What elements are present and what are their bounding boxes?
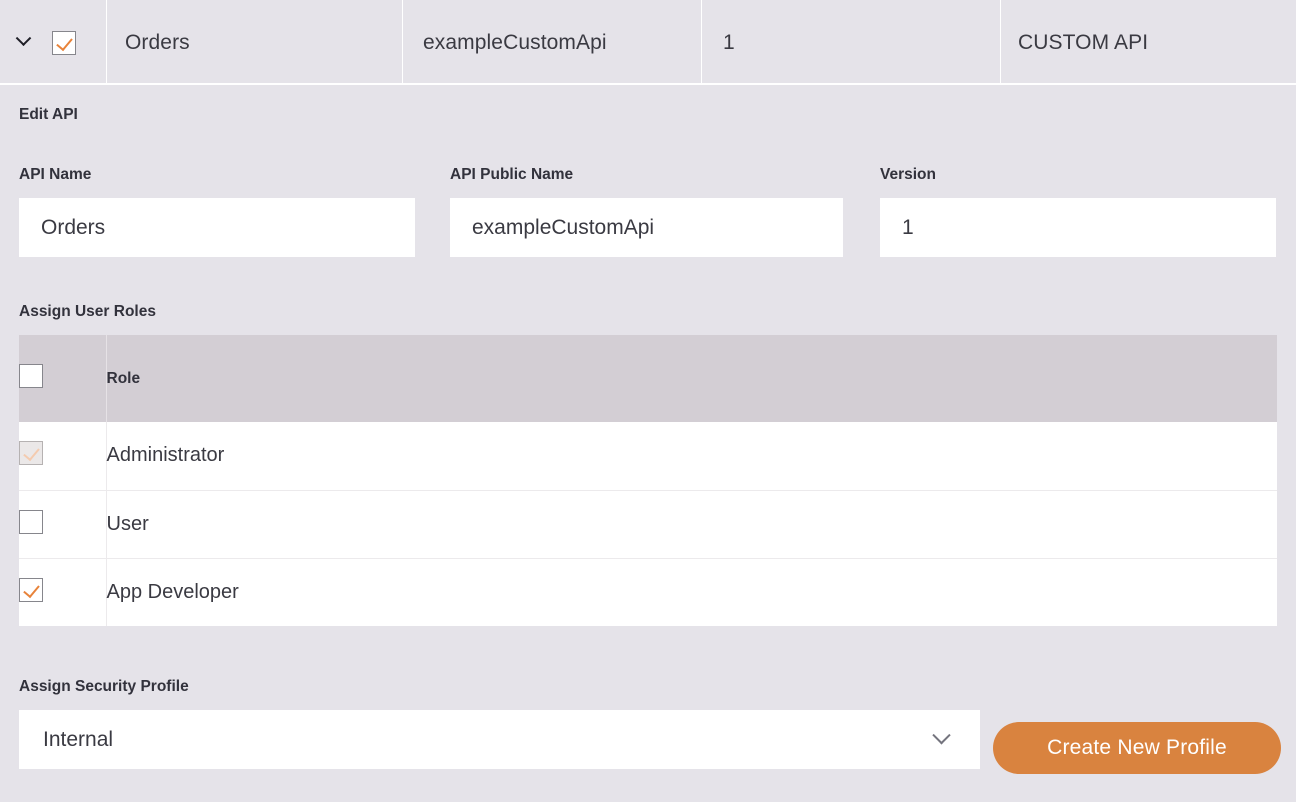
chevron-down-icon <box>932 726 950 744</box>
api-summary-row[interactable]: Orders exampleCustomApi 1 CUSTOM API <box>0 0 1296 85</box>
role-checkbox[interactable] <box>19 578 43 602</box>
summary-version-cell: 1 <box>701 0 1000 85</box>
row-select-checkbox[interactable] <box>52 31 76 55</box>
roles-table-head: Role <box>19 335 1277 422</box>
summary-type-cell: CUSTOM API <box>1000 0 1296 85</box>
chevron-down-icon <box>15 30 31 46</box>
security-profile-select[interactable]: Internal <box>19 710 980 769</box>
roles-header-row: Role <box>19 335 1277 422</box>
create-new-profile-button[interactable]: Create New Profile <box>993 722 1281 774</box>
roles-table-body: AdministratorUserApp Developer <box>19 422 1277 626</box>
table-row: User <box>19 490 1277 558</box>
version-label: Version <box>880 166 936 184</box>
api-name-input[interactable] <box>19 198 415 257</box>
user-roles-table: Role AdministratorUserApp Developer <box>19 335 1277 626</box>
summary-public-name: exampleCustomApi <box>423 31 607 55</box>
summary-api-type: CUSTOM API <box>1018 31 1148 55</box>
summary-public-name-cell: exampleCustomApi <box>402 0 701 85</box>
summary-name-cell: Orders <box>106 0 402 85</box>
security-profile-value: Internal <box>19 728 935 752</box>
expand-collapse-button[interactable] <box>8 28 38 58</box>
role-checkbox-cell <box>19 422 106 490</box>
select-all-header-cell <box>19 335 106 422</box>
summary-version: 1 <box>723 31 735 55</box>
api-public-name-input[interactable] <box>450 198 843 257</box>
edit-api-heading: Edit API <box>19 106 78 124</box>
version-input[interactable] <box>880 198 1276 257</box>
role-label: Administrator <box>106 422 1277 490</box>
role-column-header: Role <box>106 335 1277 422</box>
assign-user-roles-heading: Assign User Roles <box>19 303 156 321</box>
select-all-checkbox[interactable] <box>19 364 43 388</box>
edit-api-page: Orders exampleCustomApi 1 CUSTOM API Edi… <box>0 0 1296 802</box>
edit-api-panel: Edit API API Name API Public Name Versio… <box>0 85 1296 802</box>
table-row: App Developer <box>19 558 1277 626</box>
role-checkbox[interactable] <box>19 510 43 534</box>
summary-api-name: Orders <box>125 31 190 55</box>
role-label: App Developer <box>106 558 1277 626</box>
assign-security-profile-heading: Assign Security Profile <box>19 678 189 696</box>
role-checkbox <box>19 441 43 465</box>
summary-toggle-cell <box>0 0 106 85</box>
role-label: User <box>106 490 1277 558</box>
table-row: Administrator <box>19 422 1277 490</box>
role-checkbox-cell <box>19 558 106 626</box>
role-checkbox-cell <box>19 490 106 558</box>
api-public-name-label: API Public Name <box>450 166 573 184</box>
api-name-label: API Name <box>19 166 91 184</box>
